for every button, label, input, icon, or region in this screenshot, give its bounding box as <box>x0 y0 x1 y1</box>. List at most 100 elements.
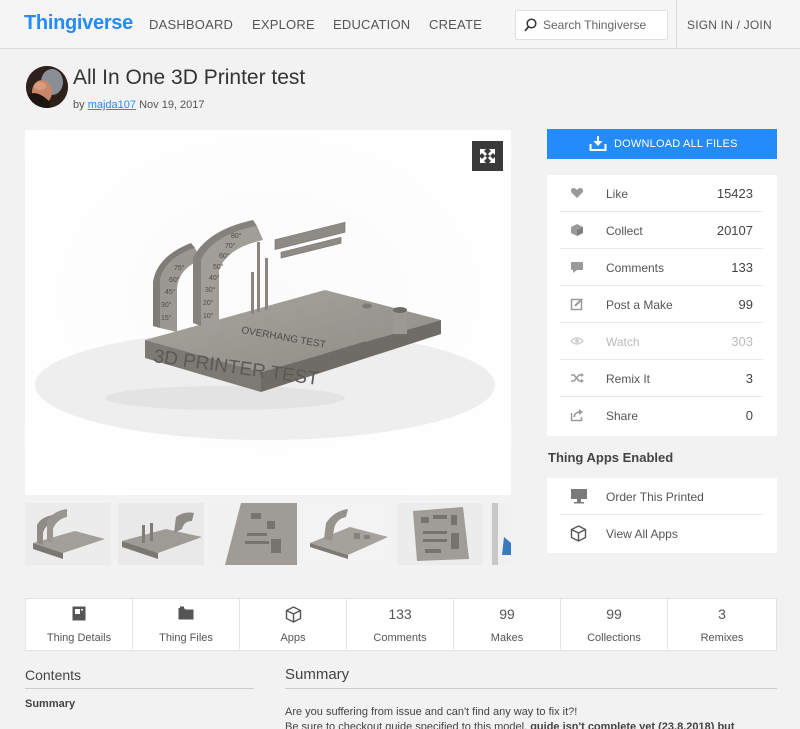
download-all-files-button[interactable]: DOWNLOAD ALL FILES <box>547 129 777 159</box>
author-avatar[interactable] <box>26 66 68 108</box>
contents-summary-link[interactable]: Summary <box>25 698 75 710</box>
remix-action[interactable]: Remix It 3 <box>560 360 763 397</box>
expand-icon <box>480 149 495 163</box>
sign-in-join-link[interactable]: SIGN IN / JOIN <box>687 18 772 32</box>
svg-text:40°: 40° <box>209 274 220 282</box>
svg-text:80°: 80° <box>231 232 242 240</box>
author-link[interactable]: majda107 <box>88 99 136 111</box>
thing-apps-heading: Thing Apps Enabled <box>548 450 674 465</box>
eye-icon <box>570 337 584 345</box>
thumbnail-2[interactable] <box>118 503 204 565</box>
summary-line-2: Be sure to checkout guide specified to t… <box>285 720 777 729</box>
tab-makes-label: Makes <box>490 632 524 644</box>
collect-icon <box>571 224 583 236</box>
byline: by majda107 Nov 19, 2017 <box>73 99 205 111</box>
summary-text: Are you suffering from issue and can't f… <box>285 705 777 729</box>
summary-line-2-bold: guide isn't complete yet (23.8.2018) but <box>530 721 735 729</box>
thing-apps-panel: Order This Printed View All Apps <box>547 478 777 553</box>
nav-explore[interactable]: EXPLORE <box>252 17 315 32</box>
top-navbar: Thingiverse DASHBOARD EXPLORE EDUCATION … <box>0 0 800 49</box>
like-label: Like <box>606 187 629 201</box>
thingiverse-logo[interactable]: Thingiverse <box>24 12 133 35</box>
tab-comments-count: 133 <box>388 606 412 622</box>
svg-text:20°: 20° <box>203 299 214 307</box>
stats-panel: Like 15423 Collect 20107 Comments 133 Po… <box>547 175 777 436</box>
header-divider <box>676 0 677 48</box>
tab-thing-files[interactable]: Thing Files <box>133 599 240 650</box>
svg-text:45°: 45° <box>165 288 176 296</box>
folder-icon <box>178 606 194 620</box>
svg-text:50°: 50° <box>213 263 224 271</box>
post-make-action[interactable]: Post a Make 99 <box>560 286 763 323</box>
search-icon <box>524 18 537 32</box>
cube-icon <box>285 606 301 623</box>
svg-text:10°: 10° <box>203 312 214 320</box>
watch-label: Watch <box>606 335 640 349</box>
main-thing-image[interactable]: 3D PRINTER TEST OVERHANG TEST 75° 60° 45° … <box>25 130 511 495</box>
summary-divider <box>285 688 777 689</box>
watch-count: 303 <box>731 334 753 349</box>
tab-makes-count: 99 <box>499 606 515 622</box>
collect-label: Collect <box>606 224 643 238</box>
nav-create[interactable]: CREATE <box>429 17 482 32</box>
comment-icon <box>571 262 583 273</box>
summary-line-2-start: Be sure to checkout guide specified to t… <box>285 721 528 729</box>
tab-remixes-label: Remixes <box>700 632 744 644</box>
tab-thing-files-label: Thing Files <box>159 632 213 644</box>
byline-by: by <box>73 99 85 111</box>
order-printed-link[interactable]: Order This Printed <box>560 478 763 515</box>
post-make-icon <box>570 298 583 311</box>
tab-collections-label: Collections <box>587 632 641 644</box>
tab-comments[interactable]: 133 Comments <box>347 599 454 650</box>
summary-heading: Summary <box>285 666 350 683</box>
page-title: All In One 3D Printer test <box>73 66 306 89</box>
tab-apps[interactable]: Apps <box>240 599 347 650</box>
remix-count: 3 <box>745 371 753 386</box>
publish-date: Nov 19, 2017 <box>139 99 205 111</box>
nav-education[interactable]: EDUCATION <box>333 17 410 32</box>
svg-text:15°: 15° <box>161 314 172 322</box>
post-make-count: 99 <box>738 297 753 312</box>
thumbnail-1[interactable] <box>25 503 111 565</box>
like-action[interactable]: Like 15423 <box>560 175 763 212</box>
printer-icon <box>571 489 587 504</box>
share-count: 0 <box>745 408 753 423</box>
thumbnail-3[interactable] <box>211 503 297 565</box>
cube-icon <box>570 525 587 542</box>
search-box[interactable] <box>515 10 668 40</box>
thumbnail-4[interactable] <box>304 503 390 565</box>
remix-label: Remix It <box>606 372 651 386</box>
search-input[interactable] <box>543 18 663 32</box>
summary-line-1: Are you suffering from issue and can't f… <box>285 706 578 718</box>
collect-action[interactable]: Collect 20107 <box>560 212 763 249</box>
post-make-label: Post a Make <box>606 298 673 312</box>
share-action[interactable]: Share 0 <box>560 397 763 434</box>
svg-text:30°: 30° <box>161 301 172 309</box>
comments-count: 133 <box>731 260 753 275</box>
download-icon <box>589 136 607 151</box>
thumbnail-6[interactable] <box>490 503 511 565</box>
tab-comments-label: Comments <box>373 632 427 644</box>
comments-label: Comments <box>606 261 665 275</box>
nav-dashboard[interactable]: DASHBOARD <box>149 17 233 32</box>
tab-collections-count: 99 <box>606 606 622 622</box>
details-icon <box>72 606 86 621</box>
tab-remixes-count: 3 <box>718 606 726 622</box>
watch-action[interactable]: Watch 303 <box>560 323 763 360</box>
tab-remixes[interactable]: 3 Remixes <box>668 599 776 650</box>
svg-text:30°: 30° <box>205 286 216 294</box>
tab-collections[interactable]: 99 Collections <box>561 599 668 650</box>
fullscreen-button[interactable] <box>472 141 503 171</box>
tab-thing-details[interactable]: Thing Details <box>26 599 133 650</box>
remix-icon <box>571 373 584 383</box>
svg-text:60°: 60° <box>169 276 180 284</box>
view-all-apps-link[interactable]: View All Apps <box>560 515 763 552</box>
share-icon <box>570 409 583 422</box>
share-label: Share <box>606 409 639 423</box>
tab-apps-label: Apps <box>280 632 306 644</box>
svg-text:60°: 60° <box>219 252 230 260</box>
thumbnail-5[interactable] <box>397 503 483 565</box>
comments-action[interactable]: Comments 133 <box>560 249 763 286</box>
tab-makes[interactable]: 99 Makes <box>454 599 561 650</box>
view-all-apps-label: View All Apps <box>606 527 678 541</box>
